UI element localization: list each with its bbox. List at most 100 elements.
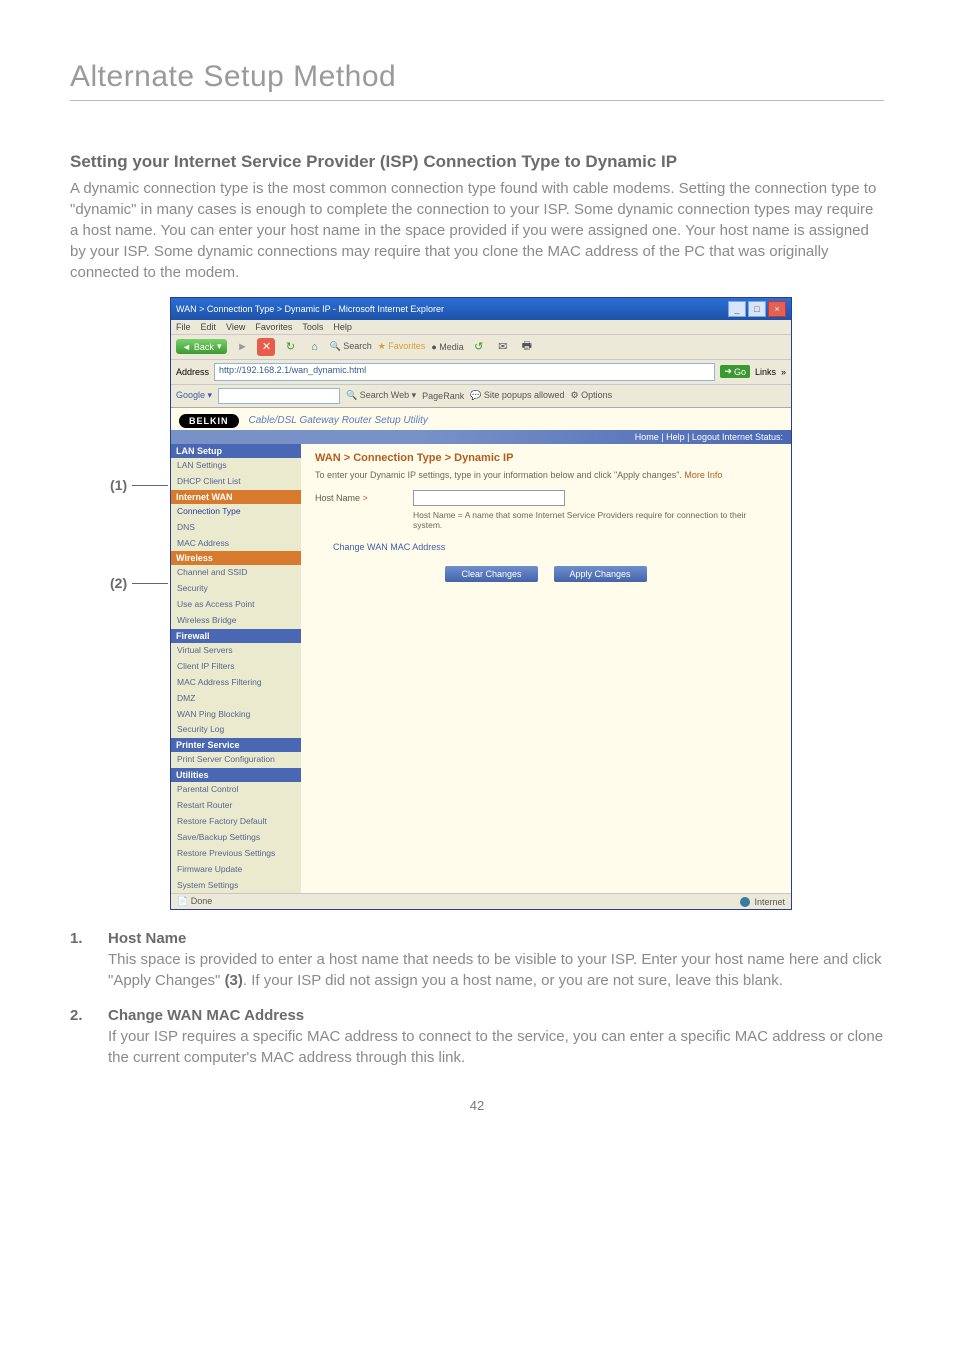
nav-wireless-bridge[interactable]: Wireless Bridge <box>171 613 301 629</box>
callout-1: (1) <box>110 477 127 493</box>
nav-channel-ssid[interactable]: Channel and SSID <box>171 565 301 581</box>
media-button[interactable]: ● Media <box>431 342 463 352</box>
intro-text: To enter your Dynamic IP settings, type … <box>315 470 777 480</box>
apply-changes-button[interactable]: Apply Changes <box>554 566 647 582</box>
chapter-title: Alternate Setup Method <box>70 60 884 94</box>
hostname-note: Host Name = A name that some Internet Se… <box>413 510 777 530</box>
search-button[interactable]: 🔍 Search <box>329 341 371 352</box>
status-zone: Internet <box>754 897 785 907</box>
address-input[interactable]: http://192.168.2.1/wan_dynamic.html <box>214 363 715 381</box>
minimize-button[interactable]: _ <box>728 301 746 317</box>
nav-section-firewall: Firewall <box>171 629 301 643</box>
change-mac-link[interactable]: Change WAN MAC Address <box>333 542 777 552</box>
nav-restart-router[interactable]: Restart Router <box>171 798 301 814</box>
nav-dmz[interactable]: DMZ <box>171 691 301 707</box>
item-number: 1. <box>70 930 108 991</box>
nav-parental-control[interactable]: Parental Control <box>171 782 301 798</box>
google-options[interactable]: ⚙ Options <box>570 390 612 401</box>
status-done: 📄 Done <box>177 896 212 907</box>
nav-firmware-update[interactable]: Firmware Update <box>171 862 301 878</box>
menu-bar: File Edit View Favorites Tools Help <box>171 320 791 335</box>
home-button[interactable]: ⌂ <box>305 338 323 356</box>
item-number: 2. <box>70 1007 108 1068</box>
nav-section-utilities: Utilities <box>171 768 301 782</box>
links-chevron-icon[interactable]: » <box>781 367 786 377</box>
nav-wan-ping-blocking[interactable]: WAN Ping Blocking <box>171 707 301 723</box>
chapter-rule <box>70 100 884 101</box>
maximize-button[interactable]: □ <box>748 301 766 317</box>
nav-mac-address[interactable]: MAC Address <box>171 536 301 552</box>
menu-favorites[interactable]: Favorites <box>255 322 292 332</box>
callout-2: (2) <box>110 575 127 591</box>
window-titlebar: WAN > Connection Type > Dynamic IP - Mic… <box>171 298 791 320</box>
go-button[interactable]: ➜ Go <box>720 365 750 378</box>
clear-changes-button[interactable]: Clear Changes <box>445 566 537 582</box>
google-popups[interactable]: 💬 Site popups allowed <box>470 390 564 401</box>
nav-system-settings[interactable]: System Settings <box>171 878 301 894</box>
nav-section-wan: Internet WAN <box>171 490 301 504</box>
close-button[interactable]: × <box>768 301 786 317</box>
nav-access-point[interactable]: Use as Access Point <box>171 597 301 613</box>
nav-restore-default[interactable]: Restore Factory Default <box>171 814 301 830</box>
list-item: 1. Host Name This space is provided to e… <box>70 930 884 991</box>
nav-restore-previous[interactable]: Restore Previous Settings <box>171 846 301 862</box>
section-body: A dynamic connection type is the most co… <box>70 178 884 283</box>
address-label: Address <box>176 367 209 377</box>
item-title: Host Name <box>108 930 884 947</box>
favorites-button[interactable]: ★ Favorites <box>378 341 426 352</box>
window-title: WAN > Connection Type > Dynamic IP - Mic… <box>176 304 444 314</box>
nav-virtual-servers[interactable]: Virtual Servers <box>171 643 301 659</box>
instruction-list: 1. Host Name This space is provided to e… <box>70 930 884 1068</box>
history-button[interactable]: ↺ <box>470 338 488 356</box>
stop-button[interactable]: ✕ <box>257 338 275 356</box>
google-pagerank[interactable]: PageRank <box>422 391 464 401</box>
router-main-panel: WAN > Connection Type > Dynamic IP To en… <box>301 444 791 893</box>
mail-button[interactable]: ✉ <box>494 338 512 356</box>
item-body: If your ISP requires a specific MAC addr… <box>108 1026 884 1068</box>
screenshot-figure: (1) (2) (3) WAN > Connection Type > Dyna… <box>110 297 884 910</box>
address-bar: Address http://192.168.2.1/wan_dynamic.h… <box>171 360 791 385</box>
back-button[interactable]: ◄ Back ▾ <box>176 339 227 354</box>
menu-file[interactable]: File <box>176 322 191 332</box>
google-search-input[interactable] <box>218 388 340 404</box>
nav-lan-settings[interactable]: LAN Settings <box>171 458 301 474</box>
nav-save-backup[interactable]: Save/Backup Settings <box>171 830 301 846</box>
menu-tools[interactable]: Tools <box>302 322 323 332</box>
nav-section-wireless: Wireless <box>171 551 301 565</box>
nav-section-printer: Printer Service <box>171 738 301 752</box>
belkin-tagline: Cable/DSL Gateway Router Setup Utility <box>249 415 428 426</box>
page-number: 42 <box>70 1098 884 1113</box>
nav-dns[interactable]: DNS <box>171 520 301 536</box>
internet-zone-icon <box>740 897 750 907</box>
more-info-link[interactable]: More Info <box>684 470 722 480</box>
item-title: Change WAN MAC Address <box>108 1007 884 1024</box>
hostname-label: Host Name > <box>315 493 405 503</box>
nav-security[interactable]: Security <box>171 581 301 597</box>
google-search-web[interactable]: 🔍 Search Web ▾ <box>346 390 416 401</box>
list-item: 2. Change WAN MAC Address If your ISP re… <box>70 1007 884 1068</box>
refresh-button[interactable]: ↻ <box>281 338 299 356</box>
nav-security-log[interactable]: Security Log <box>171 722 301 738</box>
forward-button[interactable]: ► <box>233 338 251 356</box>
menu-edit[interactable]: Edit <box>201 322 217 332</box>
router-sidebar: LAN Setup LAN Settings DHCP Client List … <box>171 444 301 893</box>
menu-view[interactable]: View <box>226 322 245 332</box>
nav-mac-filtering[interactable]: MAC Address Filtering <box>171 675 301 691</box>
print-button[interactable]: 🖶 <box>518 338 536 356</box>
item-body: This space is provided to enter a host n… <box>108 949 884 991</box>
menu-help[interactable]: Help <box>333 322 352 332</box>
hostname-input[interactable] <box>413 490 565 506</box>
belkin-logo: BELKIN <box>179 414 239 428</box>
nav-dhcp-client-list[interactable]: DHCP Client List <box>171 474 301 490</box>
section-title: Setting your Internet Service Provider (… <box>70 151 884 174</box>
page-content: BELKIN Cable/DSL Gateway Router Setup Ut… <box>171 408 791 893</box>
toolbar: ◄ Back ▾ ► ✕ ↻ ⌂ 🔍 Search ★ Favorites ● … <box>171 335 791 360</box>
breadcrumb: WAN > Connection Type > Dynamic IP <box>315 452 777 464</box>
nav-print-server-config[interactable]: Print Server Configuration <box>171 752 301 768</box>
google-brand: Google ▾ <box>176 390 212 401</box>
links-button[interactable]: Links <box>755 367 776 377</box>
nav-connection-type[interactable]: Connection Type <box>171 504 301 520</box>
router-top-links[interactable]: Home | Help | Logout Internet Status: <box>171 430 791 444</box>
nav-section-lan: LAN Setup <box>171 444 301 458</box>
nav-client-ip-filters[interactable]: Client IP Filters <box>171 659 301 675</box>
